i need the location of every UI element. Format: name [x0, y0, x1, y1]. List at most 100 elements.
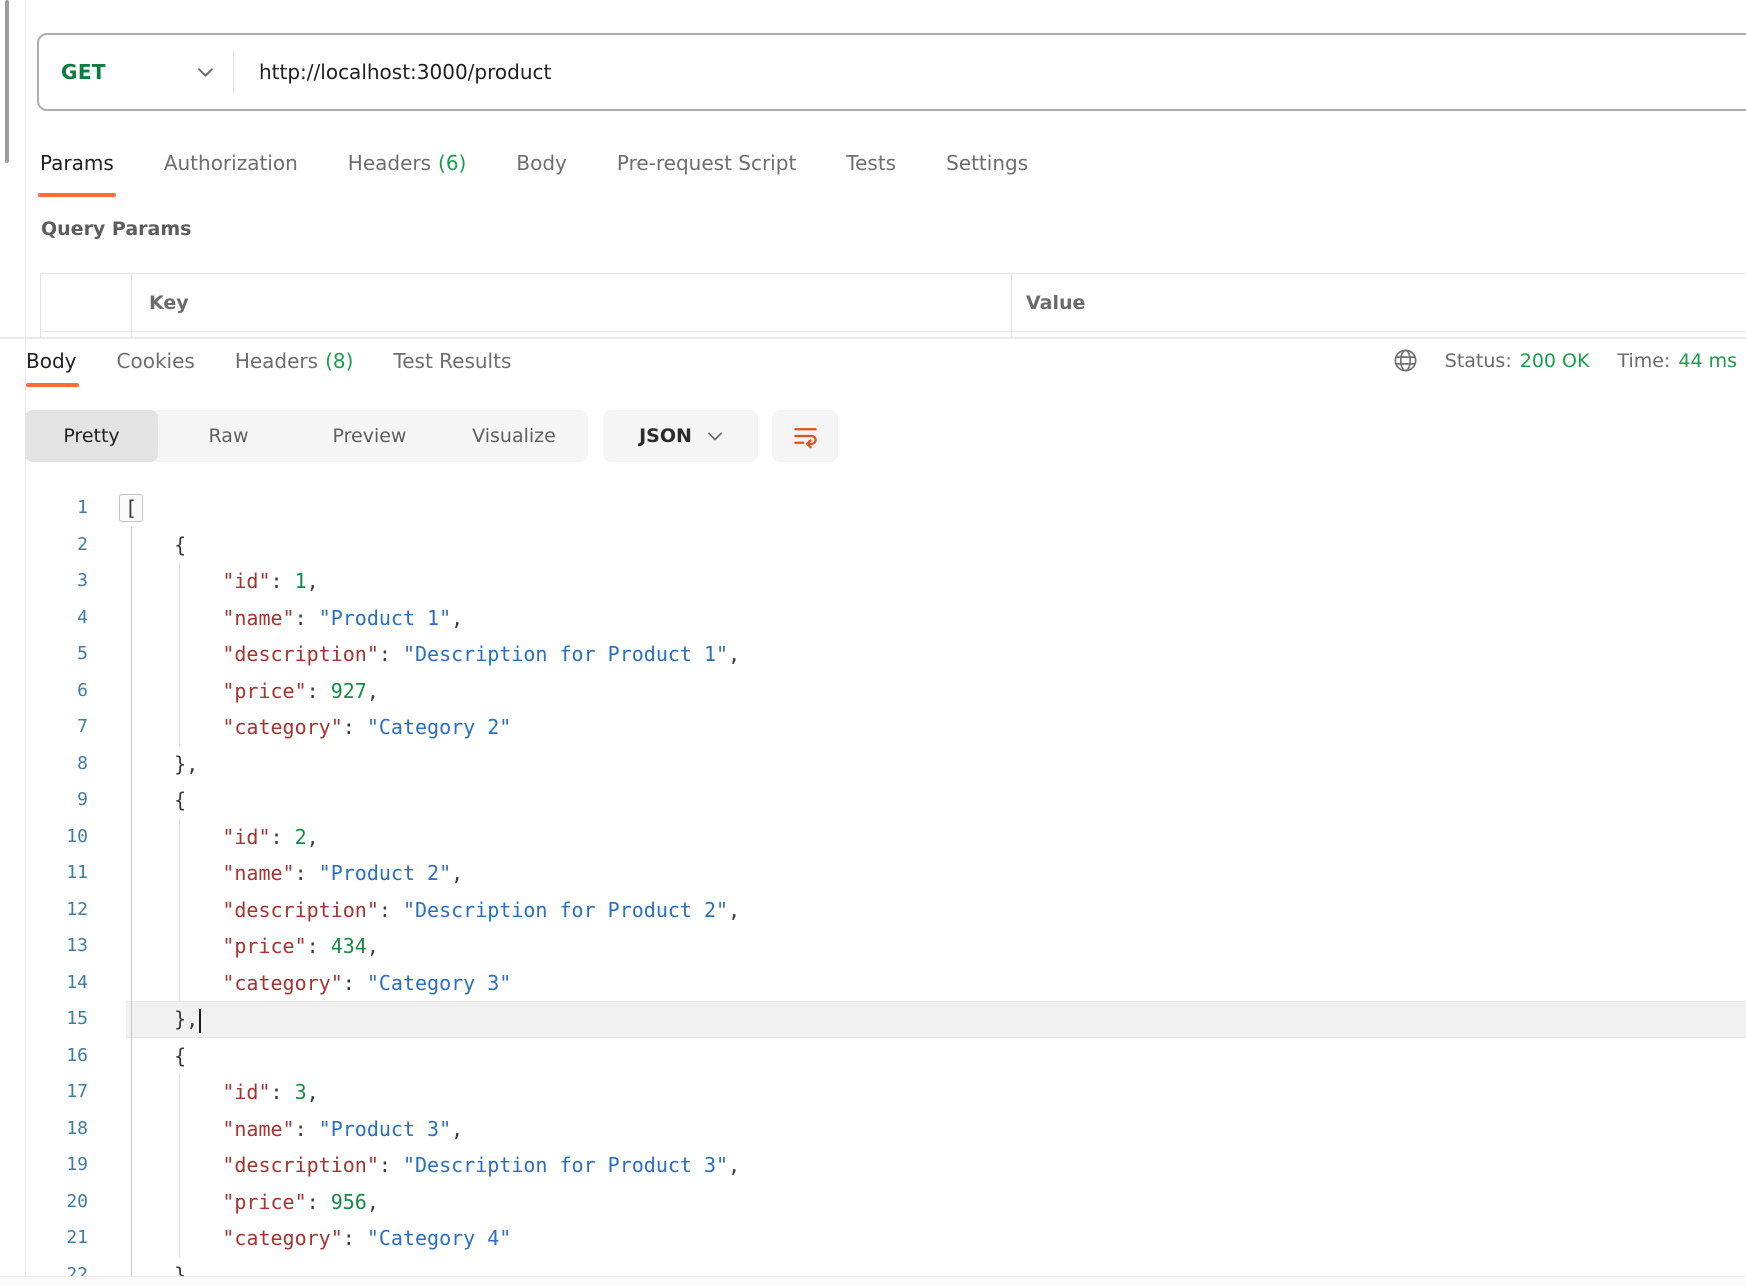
code-token: "Product 3"	[319, 1117, 451, 1141]
code-line-content: {	[126, 1038, 1746, 1075]
code-line-content: "description": "Description for Product …	[126, 1147, 1746, 1184]
tab-body[interactable]: Body	[516, 150, 567, 176]
view-mode-raw[interactable]: Raw	[158, 410, 299, 462]
time-label: Time:	[1617, 350, 1670, 372]
code-line[interactable]: 15 },	[0, 1001, 1746, 1038]
text-caret	[199, 1009, 201, 1033]
code-token: {	[174, 1044, 186, 1068]
code-line[interactable]: 14 "category": "Category 3"	[0, 965, 1746, 1002]
code-token: ,	[728, 898, 740, 922]
line-number: 11	[0, 855, 88, 892]
code-token: ,	[307, 1080, 319, 1104]
time-value[interactable]: 44 ms	[1678, 350, 1737, 372]
fold-marker[interactable]: [	[119, 494, 143, 522]
code-line[interactable]: 21 "category": "Category 4"	[0, 1220, 1746, 1257]
code-line-content: "category": "Category 2"	[126, 709, 1746, 746]
response-body-editor[interactable]: 1[2 {3 "id": 1,4 "name": "Product 1",5 "…	[0, 490, 1746, 1286]
code-token: :	[271, 825, 295, 849]
chevron-down-icon	[708, 432, 722, 441]
indent-guide	[131, 1038, 132, 1075]
query-params-table[interactable]: Key Value	[40, 273, 1746, 337]
code-line[interactable]: 6 "price": 927,	[0, 673, 1746, 710]
tab-pre-request-script[interactable]: Pre-request Script	[617, 150, 796, 176]
indent-guide	[131, 892, 132, 929]
indent-guide	[179, 1111, 180, 1148]
view-mode-visualize[interactable]: Visualize	[440, 410, 588, 462]
method-selector[interactable]: GET	[39, 60, 233, 84]
code-line[interactable]: 7 "category": "Category 2"	[0, 709, 1746, 746]
query-params-title: Query Params	[41, 218, 191, 240]
line-number: 2	[0, 527, 88, 564]
column-header-value: Value	[1026, 274, 1085, 331]
view-mode-pretty[interactable]: Pretty	[25, 410, 158, 462]
url-input[interactable]: http://localhost:3000/product	[259, 60, 551, 84]
code-token: },	[174, 1007, 198, 1031]
indent-guide	[131, 709, 132, 746]
code-token: "description"	[222, 642, 379, 666]
code-line-content: "price": 927,	[126, 673, 1746, 710]
code-token: :	[295, 1117, 319, 1141]
left-scrollbar-thumb[interactable]	[5, 0, 9, 163]
indent-guide	[131, 965, 132, 1002]
code-line[interactable]: 2 {	[0, 527, 1746, 564]
code-line[interactable]: 18 "name": "Product 3",	[0, 1111, 1746, 1148]
code-line[interactable]: 9 {	[0, 782, 1746, 819]
code-token: :	[379, 642, 403, 666]
tab-headers[interactable]: Headers(8)	[235, 348, 354, 374]
format-dropdown[interactable]: JSON	[603, 410, 758, 462]
code-token: :	[307, 934, 331, 958]
code-line[interactable]: 1[	[0, 490, 1746, 527]
code-line[interactable]: 13 "price": 434,	[0, 928, 1746, 965]
code-line[interactable]: 19 "description": "Description for Produ…	[0, 1147, 1746, 1184]
code-line[interactable]: 4 "name": "Product 1",	[0, 600, 1746, 637]
code-token: :	[343, 971, 367, 995]
tab-settings[interactable]: Settings	[946, 150, 1028, 176]
code-line[interactable]: 8 },	[0, 746, 1746, 783]
code-line[interactable]: 10 "id": 2,	[0, 819, 1746, 856]
code-line[interactable]: 5 "description": "Description for Produc…	[0, 636, 1746, 673]
indent-guide	[179, 1184, 180, 1221]
wrap-text-button[interactable]	[772, 410, 838, 462]
line-number: 17	[0, 1074, 88, 1111]
code-line-content: "id": 2,	[126, 819, 1746, 856]
chevron-down-icon	[198, 68, 213, 77]
tab-body[interactable]: Body	[26, 348, 77, 374]
code-token: "price"	[222, 1190, 306, 1214]
tab-label: Body	[516, 151, 567, 175]
status-value[interactable]: 200 OK	[1520, 350, 1590, 372]
bottom-scrollbar-track[interactable]	[0, 1276, 1746, 1286]
tab-label: Settings	[946, 151, 1028, 175]
indent-guide	[179, 1147, 180, 1184]
code-token: {	[174, 788, 186, 812]
code-line-content: "category": "Category 4"	[126, 1220, 1746, 1257]
tab-test-results[interactable]: Test Results	[393, 348, 511, 374]
code-line[interactable]: 17 "id": 3,	[0, 1074, 1746, 1111]
view-mode-tabs: PrettyRawPreviewVisualize	[25, 410, 588, 462]
line-number: 19	[0, 1147, 88, 1184]
code-line[interactable]: 20 "price": 956,	[0, 1184, 1746, 1221]
line-number: 4	[0, 600, 88, 637]
code-token: :	[307, 1190, 331, 1214]
code-token: :	[379, 898, 403, 922]
code-line[interactable]: 3 "id": 1,	[0, 563, 1746, 600]
tab-label: Headers	[235, 349, 318, 373]
tab-label: Body	[26, 349, 77, 373]
code-token: 927	[331, 679, 367, 703]
indent-guide	[179, 636, 180, 673]
code-line[interactable]: 12 "description": "Description for Produ…	[0, 892, 1746, 929]
code-token: ,	[451, 1117, 463, 1141]
tab-params[interactable]: Params	[40, 150, 114, 176]
code-line-content: [	[126, 490, 1746, 527]
code-line-content: "price": 434,	[126, 928, 1746, 965]
code-token: ,	[728, 642, 740, 666]
code-token: "Description for Product 1"	[403, 642, 728, 666]
wrap-text-icon	[792, 423, 819, 450]
tab-headers[interactable]: Headers(6)	[348, 150, 467, 176]
code-token: ,	[451, 606, 463, 630]
view-mode-preview[interactable]: Preview	[299, 410, 440, 462]
code-line[interactable]: 11 "name": "Product 2",	[0, 855, 1746, 892]
code-line[interactable]: 16 {	[0, 1038, 1746, 1075]
tab-cookies[interactable]: Cookies	[117, 348, 195, 374]
tab-tests[interactable]: Tests	[846, 150, 896, 176]
tab-authorization[interactable]: Authorization	[164, 150, 298, 176]
